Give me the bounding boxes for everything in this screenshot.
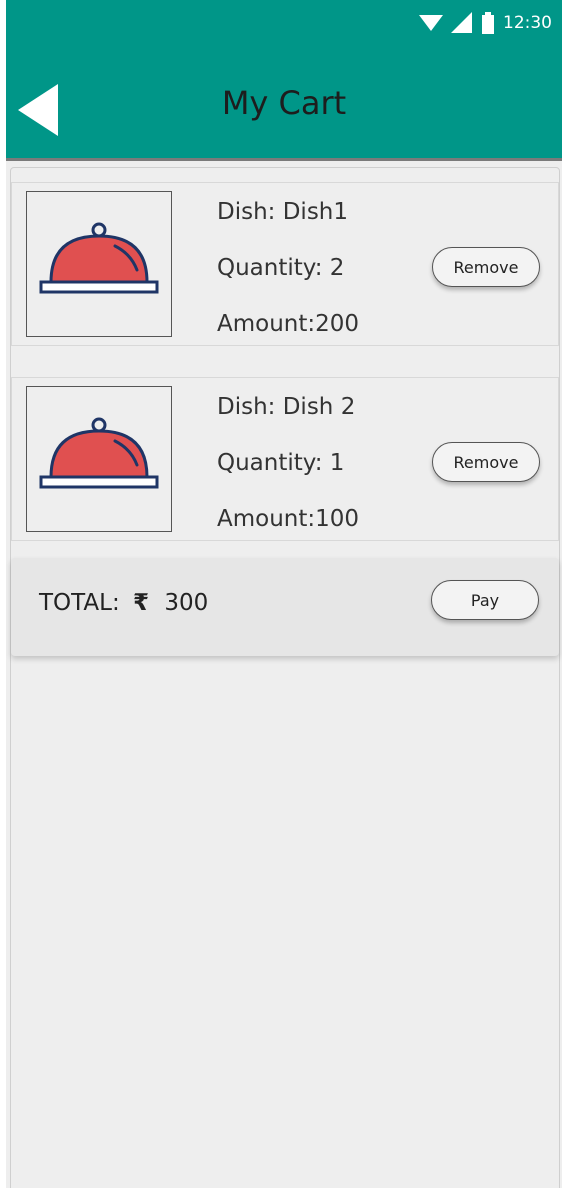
phone-screen: 12:30 My Cart Dish: Dish1 Quantity: 2 Am… (6, 0, 562, 1188)
currency-symbol: ₹ (133, 590, 150, 616)
dish-amount: Amount:200 (217, 311, 360, 337)
status-bar: 12:30 (6, 0, 562, 46)
signal-icon (451, 12, 472, 33)
food-cloche-icon (39, 417, 159, 489)
cart-item: Dish: Dish1 Quantity: 2 Amount:200 Remov… (11, 182, 559, 346)
pay-button[interactable]: Pay (431, 580, 539, 620)
battery-icon (482, 12, 494, 34)
remove-button[interactable]: Remove (432, 247, 540, 287)
dish-name: Dish: Dish1 (217, 199, 349, 225)
cart-item: Dish: Dish 2 Quantity: 1 Amount:100 Remo… (11, 377, 559, 541)
dish-name: Dish: Dish 2 (217, 394, 356, 420)
dish-image (26, 191, 172, 337)
dish-amount: Amount:100 (217, 506, 360, 532)
dish-quantity: Quantity: 2 (217, 255, 345, 281)
remove-button[interactable]: Remove (432, 442, 540, 482)
page-title: My Cart (221, 84, 347, 122)
total-amount: 300 (164, 590, 209, 616)
total-label: TOTAL: (39, 590, 120, 616)
cart-content: Dish: Dish1 Quantity: 2 Amount:200 Remov… (10, 167, 560, 1188)
dish-image (26, 386, 172, 532)
status-time: 12:30 (503, 13, 552, 33)
status-icons: 12:30 (419, 10, 552, 36)
total-summary: TOTAL: ₹ 300 (39, 590, 208, 616)
dish-quantity: Quantity: 1 (217, 450, 345, 476)
food-cloche-icon (39, 222, 159, 294)
total-card: TOTAL: ₹ 300 Pay (11, 558, 559, 656)
wifi-icon (419, 15, 443, 31)
app-bar: My Cart (6, 46, 562, 161)
